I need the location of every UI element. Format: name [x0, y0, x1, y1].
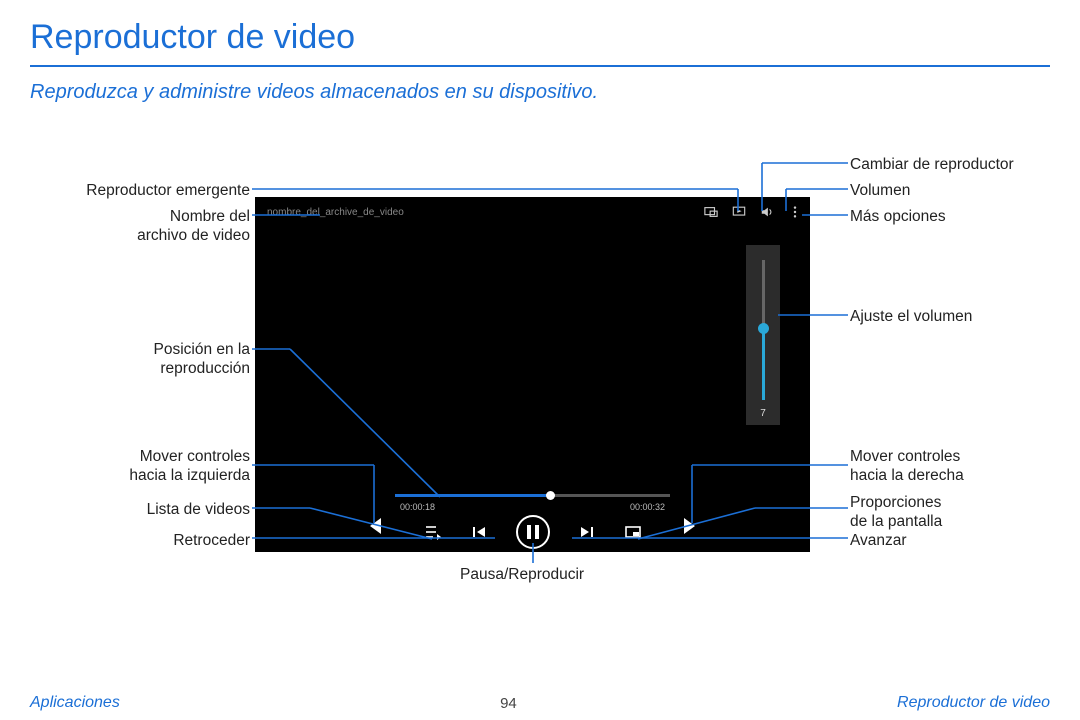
title-divider [30, 65, 1050, 67]
page-footer: Aplicaciones 94 Reproductor de video [0, 686, 1080, 720]
callout-rewind: Retroceder [173, 531, 250, 550]
aspect-ratio-button[interactable] [624, 523, 642, 541]
callout-position: Posición en la reproducción [153, 340, 250, 379]
callout-volume: Volumen [850, 181, 910, 200]
popup-player-icon[interactable] [704, 205, 718, 219]
volume-icon[interactable] [760, 205, 774, 219]
forward-button[interactable] [578, 523, 596, 541]
switch-player-icon[interactable] [732, 205, 746, 219]
video-player: nombre_del_archive_de_video 7 [255, 197, 810, 552]
volume-fill [762, 330, 765, 400]
progress-bar[interactable] [395, 494, 670, 497]
more-options-icon[interactable] [788, 205, 802, 219]
callout-switch-player: Cambiar de reproductor [850, 155, 1014, 174]
callout-move-left: Mover controles hacia la izquierda [129, 447, 250, 486]
page-title: Reproductor de video [0, 0, 1080, 65]
volume-value: 7 [760, 408, 766, 419]
time-total: 00:00:32 [630, 502, 665, 512]
footer-section[interactable]: Aplicaciones [30, 694, 120, 712]
progress-fill [395, 494, 546, 497]
callout-aspect-ratio: Proporciones de la pantalla [850, 493, 942, 532]
video-filename: nombre_del_archive_de_video [267, 207, 404, 218]
footer-topic[interactable]: Reproductor de video [897, 694, 1050, 712]
player-controls: 00:00:18 00:00:32 [255, 482, 810, 552]
callout-more-options: Más opciones [850, 207, 946, 226]
callout-filename: Nombre del archivo de video [137, 207, 250, 246]
footer-page-number: 94 [500, 695, 517, 712]
volume-slider[interactable]: 7 [746, 245, 780, 425]
volume-thumb[interactable] [758, 323, 769, 334]
top-icon-row [704, 205, 802, 219]
control-row [255, 514, 810, 550]
video-list-button[interactable] [424, 523, 442, 541]
callout-forward: Avanzar [850, 531, 907, 550]
page-subtitle: Reproduzca y administre videos almacenad… [0, 77, 1080, 114]
play-pause-button[interactable] [516, 515, 550, 549]
time-current: 00:00:18 [400, 502, 435, 512]
callout-move-right: Mover controles hacia la derecha [850, 447, 964, 486]
annotated-diagram: nombre_del_archive_de_video 7 [0, 135, 1080, 655]
volume-track [762, 260, 765, 400]
callout-video-list: Lista de videos [147, 500, 250, 519]
callout-play-pause: Pausa/Reproducir [460, 565, 584, 584]
progress-thumb[interactable] [546, 491, 555, 500]
pause-icon [527, 525, 539, 539]
callout-adjust-volume: Ajuste el volumen [850, 307, 972, 326]
rewind-button[interactable] [470, 523, 488, 541]
callout-popup-player: Reproductor emergente [86, 181, 250, 200]
